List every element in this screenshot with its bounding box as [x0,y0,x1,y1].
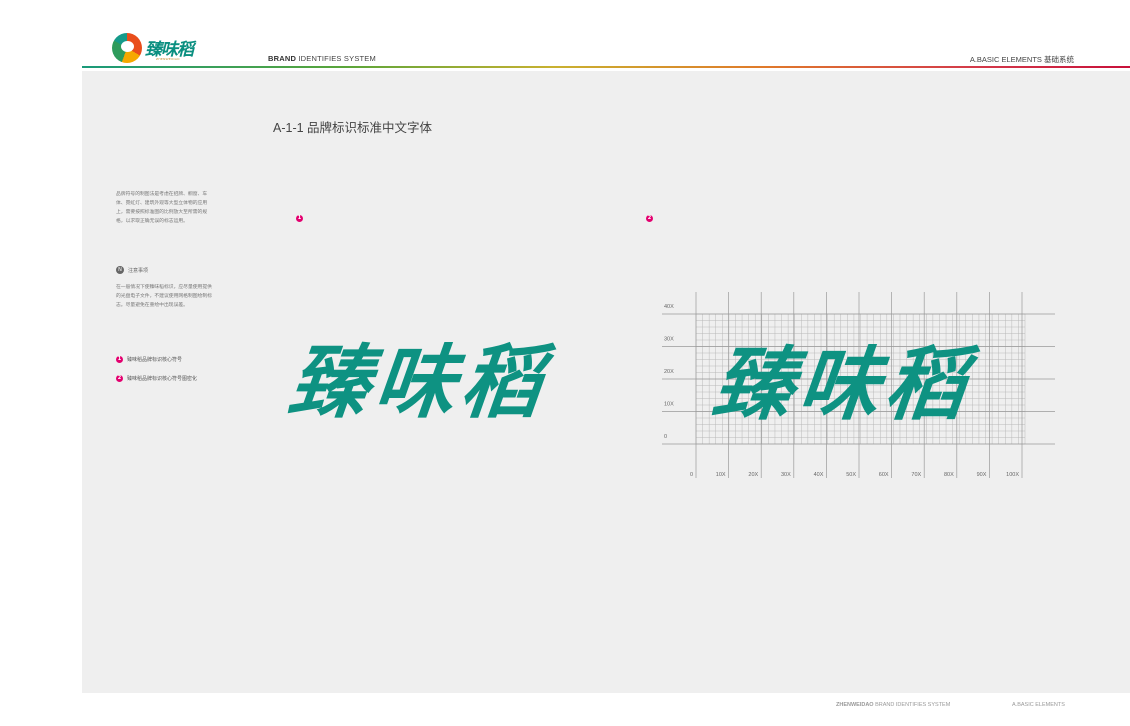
grid-x-label: 70X [911,472,921,478]
wordmark-gridded: 臻味稻 [708,337,977,431]
header-section-label: A.BASIC ELEMENTS 基础系统 [969,55,1074,64]
grid-x-label: 40X [814,472,824,478]
footer-brand-bold: ZHENWEIDAO [836,702,874,708]
logo-subtext: ZHENWEIDAO [156,57,180,61]
sidebar-description: 品牌符号的制图法是考虑在招牌、橱窗、车体、霓虹灯、建筑外观等大型立体物的应用上，… [116,192,208,224]
figure-marker-1: 1 [296,215,303,222]
grid-y-label: 40X [664,304,674,310]
grid-y-label: 30X [664,337,674,343]
grid-x-label: 90X [977,472,987,478]
grid-y-label: 20X [664,369,674,375]
legend-item-1: 1 臻味稻品牌标识核心符号 [116,356,182,363]
note-title: 注意事项 [128,267,149,274]
grid-x-label: 50X [846,472,856,478]
legend-item-2: 2 臻味稻品牌标识核心符号图密化 [116,375,197,382]
grid-x-label: 20X [748,472,758,478]
grid-x-label: 100X [1006,472,1019,478]
grid-x-label: 60X [879,472,889,478]
brand-emblem-icon [112,33,142,63]
legend-label-2: 臻味稻品牌标识核心符号图密化 [127,376,198,382]
grid-x-label: 10X [716,472,726,478]
footer-section-label: A.BASIC ELEMENTS [1012,702,1065,708]
grid-x-label: 80X [944,472,954,478]
legend-marker-1: 1 [116,356,123,363]
header-system-title: BRAND IDENTIFIES SYSTEM [268,54,376,63]
grid-x-label: 0 [690,472,693,478]
footer-brand-rest: BRAND IDENTIFIES SYSTEM [873,702,951,708]
note-icon: N [116,266,124,274]
grid-x-label: 30X [781,472,791,478]
grid-y-label: 0 [664,434,667,440]
header-brand-rest: IDENTIFIES SYSTEM [296,54,376,63]
grid-y-label: 10X [664,402,674,408]
footer-system-title: ZHENWEIDAO BRAND IDENTIFIES SYSTEM [836,702,950,708]
section-title: A-1-1 品牌标识标准中文字体 [273,121,433,135]
legend-marker-2: 2 [116,375,123,382]
header-brand-bold: BRAND [268,54,297,63]
figure-marker-2: 2 [646,215,653,222]
legend-label-1: 臻味稻品牌标识核心符号 [127,357,183,363]
note-body: 在一般情况下使臻味稻标识，应尽量使用提供的光盘电子文件，不建议使用网格制图绘制标… [116,285,212,308]
header-gradient-rule [82,66,1130,68]
note-heading: N 注意事项 [116,266,148,274]
brand-logo: 臻味稻 ZHENWEIDAO [112,33,212,67]
wordmark-standard: 臻味稻 [284,335,553,429]
